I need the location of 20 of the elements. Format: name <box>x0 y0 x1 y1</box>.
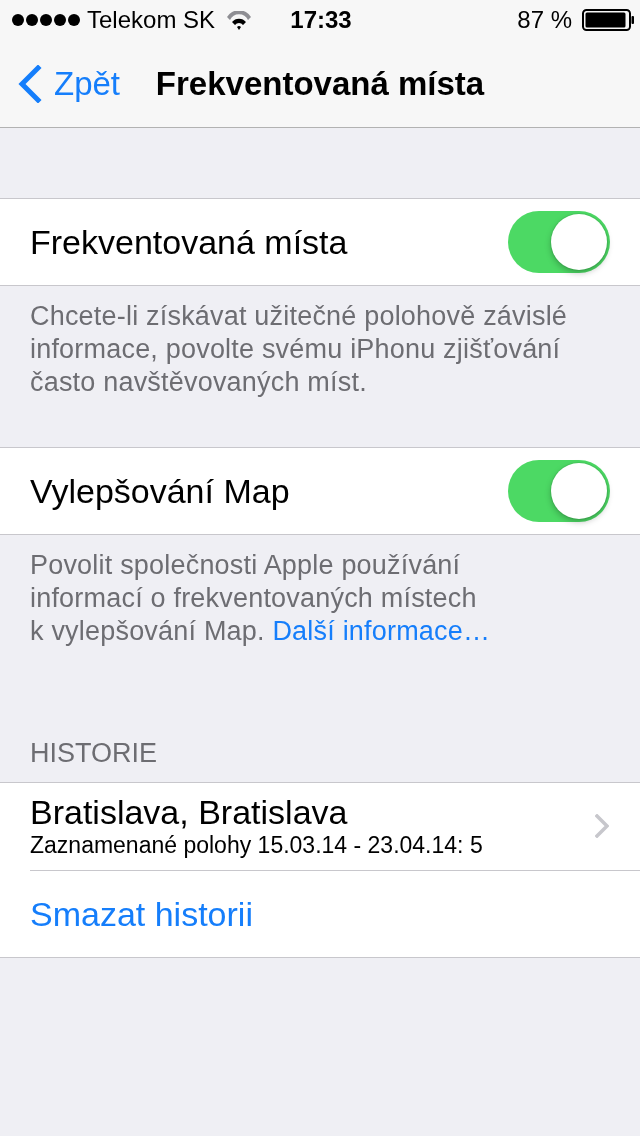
chevron-left-icon <box>16 64 42 103</box>
section-footer-text: Chcete-li získávat užitečné polohově závislé informace, povolte svému iPhonu zjišťování často navštěvovaných míst. <box>29 300 569 399</box>
wifi-icon <box>226 10 253 30</box>
chevron-right-icon <box>595 814 609 838</box>
back-button[interactable]: Zpět <box>0 64 127 103</box>
section-footer-text: Povolit společnosti Apple používání informací o frekventovaných místech k vylepšování Map. Další informace… <box>29 549 492 648</box>
location-title: Bratislava, Bratislava <box>30 793 349 831</box>
battery-icon <box>582 9 634 31</box>
section-header: HISTORIE <box>29 737 159 770</box>
setting-label: Frekventovaná místa <box>30 222 348 262</box>
more-info-link[interactable]: Další informace… <box>272 616 491 646</box>
page-title: Frekventovaná místa <box>155 64 485 103</box>
toggle-switch[interactable] <box>508 211 610 273</box>
setting-label: Vylepšování Map <box>30 471 290 511</box>
toggle-switch[interactable] <box>508 460 610 522</box>
carrier-name: Telekom SK <box>87 6 216 34</box>
signal-icon <box>12 14 80 26</box>
location-subtitle: Zaznamenané polohy 15.03.14 - 23.04.14: 5 <box>30 831 483 859</box>
status-time: 17:33 <box>290 6 353 34</box>
battery-percent: 87 % <box>517 6 572 34</box>
